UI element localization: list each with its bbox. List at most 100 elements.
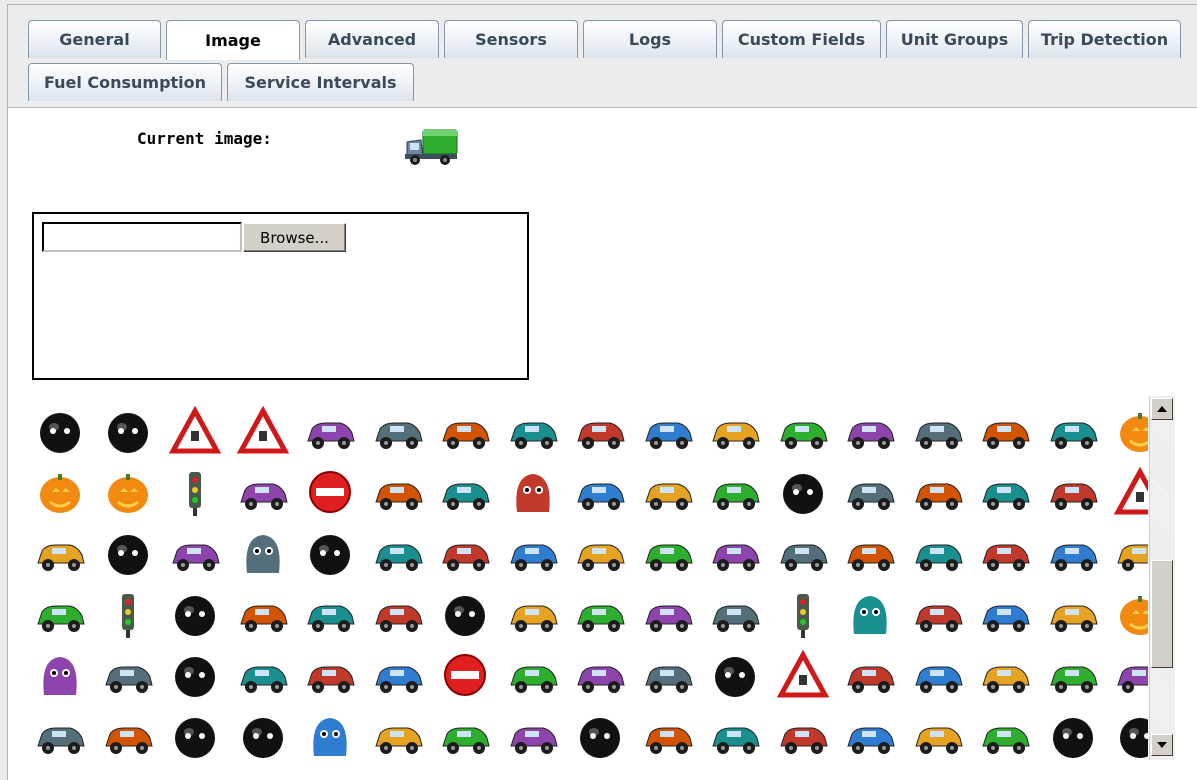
double-decker-bus-icon[interactable] — [503, 523, 563, 583]
rv-icon[interactable] — [368, 645, 428, 705]
barrier-gate-icon[interactable] — [705, 706, 765, 760]
bomb-icon[interactable] — [30, 401, 90, 461]
baby-buggy-icon[interactable] — [233, 584, 293, 644]
motorcycle-icon[interactable] — [300, 584, 360, 644]
no-parking-icon[interactable] — [435, 645, 495, 705]
cash-register-icon[interactable] — [435, 523, 495, 583]
sports-car-icon[interactable] — [773, 401, 833, 461]
route-help-icon[interactable] — [233, 462, 293, 522]
horse-carriage-icon[interactable] — [840, 645, 900, 705]
policeman-icon[interactable] — [638, 401, 698, 461]
pickup-truck-icon[interactable] — [570, 523, 630, 583]
pedestrian-warning-icon[interactable] — [1110, 462, 1148, 522]
motorcyclist-icon[interactable] — [705, 401, 765, 461]
traffic-light-icon[interactable] — [773, 584, 833, 644]
gear-icon[interactable] — [975, 706, 1035, 760]
tow-truck-icon[interactable] — [638, 584, 698, 644]
satellite-icon[interactable] — [1110, 645, 1148, 705]
no-entry-icon[interactable] — [300, 462, 360, 522]
road-icon[interactable] — [233, 645, 293, 705]
driver-icon[interactable] — [773, 523, 833, 583]
sedan-icon[interactable] — [908, 401, 968, 461]
pen-icon[interactable] — [165, 523, 225, 583]
pink-ghost-icon[interactable] — [840, 584, 900, 644]
tab-sensors[interactable]: Sensors — [444, 20, 578, 58]
wagon-icon[interactable] — [908, 706, 968, 760]
dragster-icon[interactable] — [1043, 462, 1103, 522]
cookie-monster-icon[interactable] — [233, 523, 293, 583]
fire-truck-icon[interactable] — [570, 584, 630, 644]
scroll-down-button[interactable] — [1151, 734, 1173, 756]
pumpkin-icon[interactable] — [30, 462, 90, 522]
browse-button[interactable]: Browse... — [243, 223, 346, 252]
shop-icon[interactable] — [705, 523, 765, 583]
steering-wheel-icon[interactable] — [165, 706, 225, 760]
wheelchair-sign-icon[interactable] — [165, 584, 225, 644]
tab-logs[interactable]: Logs — [583, 20, 717, 58]
warning-sign-icon[interactable] — [165, 401, 225, 461]
tram-icon[interactable] — [503, 645, 563, 705]
scrollbar-thumb[interactable] — [1151, 560, 1173, 668]
ghost-icon[interactable] — [503, 462, 563, 522]
warning-sign-icon[interactable] — [233, 401, 293, 461]
one-way-sign-icon[interactable] — [1043, 645, 1103, 705]
tab-general[interactable]: General — [28, 20, 161, 58]
black-monster-icon[interactable] — [705, 645, 765, 705]
camper-icon[interactable] — [975, 645, 1035, 705]
forklift-icon[interactable] — [908, 462, 968, 522]
tab-custom-fields[interactable]: Custom Fields — [722, 20, 881, 58]
pumpkin-icon[interactable] — [1110, 401, 1148, 461]
speedboat-icon[interactable] — [435, 462, 495, 522]
helicopter-icon[interactable] — [30, 523, 90, 583]
screaming-face-icon[interactable] — [1110, 706, 1148, 760]
bomb-icon[interactable] — [435, 584, 495, 644]
airplane-icon[interactable] — [570, 462, 630, 522]
parking-meter-icon[interactable] — [98, 584, 158, 644]
traffic-light-icon[interactable] — [165, 462, 225, 522]
black-truck-icon[interactable] — [368, 584, 428, 644]
speedometer-icon[interactable] — [570, 706, 630, 760]
steering-icon[interactable] — [638, 523, 698, 583]
dirt-bike-icon[interactable] — [368, 462, 428, 522]
tanker-truck-icon[interactable] — [435, 706, 495, 760]
wheelchair-icon[interactable] — [233, 706, 293, 760]
screwdriver-icon[interactable] — [30, 584, 90, 644]
bulldozer-icon[interactable] — [503, 706, 563, 760]
sailing-ship-icon[interactable] — [503, 584, 563, 644]
tab-advanced[interactable]: Advanced — [305, 20, 439, 58]
hot-air-balloon-icon[interactable] — [368, 401, 428, 461]
helicopter-icon[interactable] — [975, 462, 1035, 522]
tab-image[interactable]: Image — [166, 20, 300, 60]
school-bus-icon[interactable] — [300, 645, 360, 705]
dump-truck-icon[interactable] — [98, 645, 158, 705]
file-path-input[interactable] — [42, 222, 242, 252]
black-ball-icon[interactable] — [300, 523, 360, 583]
green-truck-icon[interactable] — [368, 523, 428, 583]
devil-icon[interactable] — [1043, 706, 1103, 760]
blue-car-icon[interactable] — [908, 645, 968, 705]
tab-unit-groups[interactable]: Unit Groups — [886, 20, 1023, 58]
tab-service-intervals[interactable]: Service Intervals — [227, 63, 414, 101]
germany-flag-car-icon[interactable] — [1110, 523, 1148, 583]
bus-icon[interactable] — [840, 706, 900, 760]
mechanic-icon[interactable] — [1043, 584, 1103, 644]
railroad-crossing-icon[interactable] — [570, 645, 630, 705]
rocket-icon[interactable] — [705, 462, 765, 522]
scooter-icon[interactable] — [435, 401, 495, 461]
boat-icon[interactable] — [840, 523, 900, 583]
rubber-duck-boat-icon[interactable] — [300, 401, 360, 461]
barrier-icon[interactable] — [908, 584, 968, 644]
monster-face-icon[interactable] — [98, 401, 158, 461]
red-monster-icon[interactable] — [30, 645, 90, 705]
jeep-icon[interactable] — [638, 462, 698, 522]
boat-icon[interactable] — [503, 401, 563, 461]
yellow-monster-icon[interactable] — [300, 706, 360, 760]
tank-icon[interactable] — [840, 401, 900, 461]
british-policeman-icon[interactable] — [840, 462, 900, 522]
hand-truck-icon[interactable] — [705, 584, 765, 644]
lantern-pumpkin-icon[interactable] — [98, 462, 158, 522]
tab-trip-detection[interactable]: Trip Detection — [1028, 20, 1181, 58]
uk-flag-car-icon[interactable] — [908, 523, 968, 583]
tire-icon[interactable] — [98, 523, 158, 583]
atv-icon[interactable] — [975, 523, 1035, 583]
